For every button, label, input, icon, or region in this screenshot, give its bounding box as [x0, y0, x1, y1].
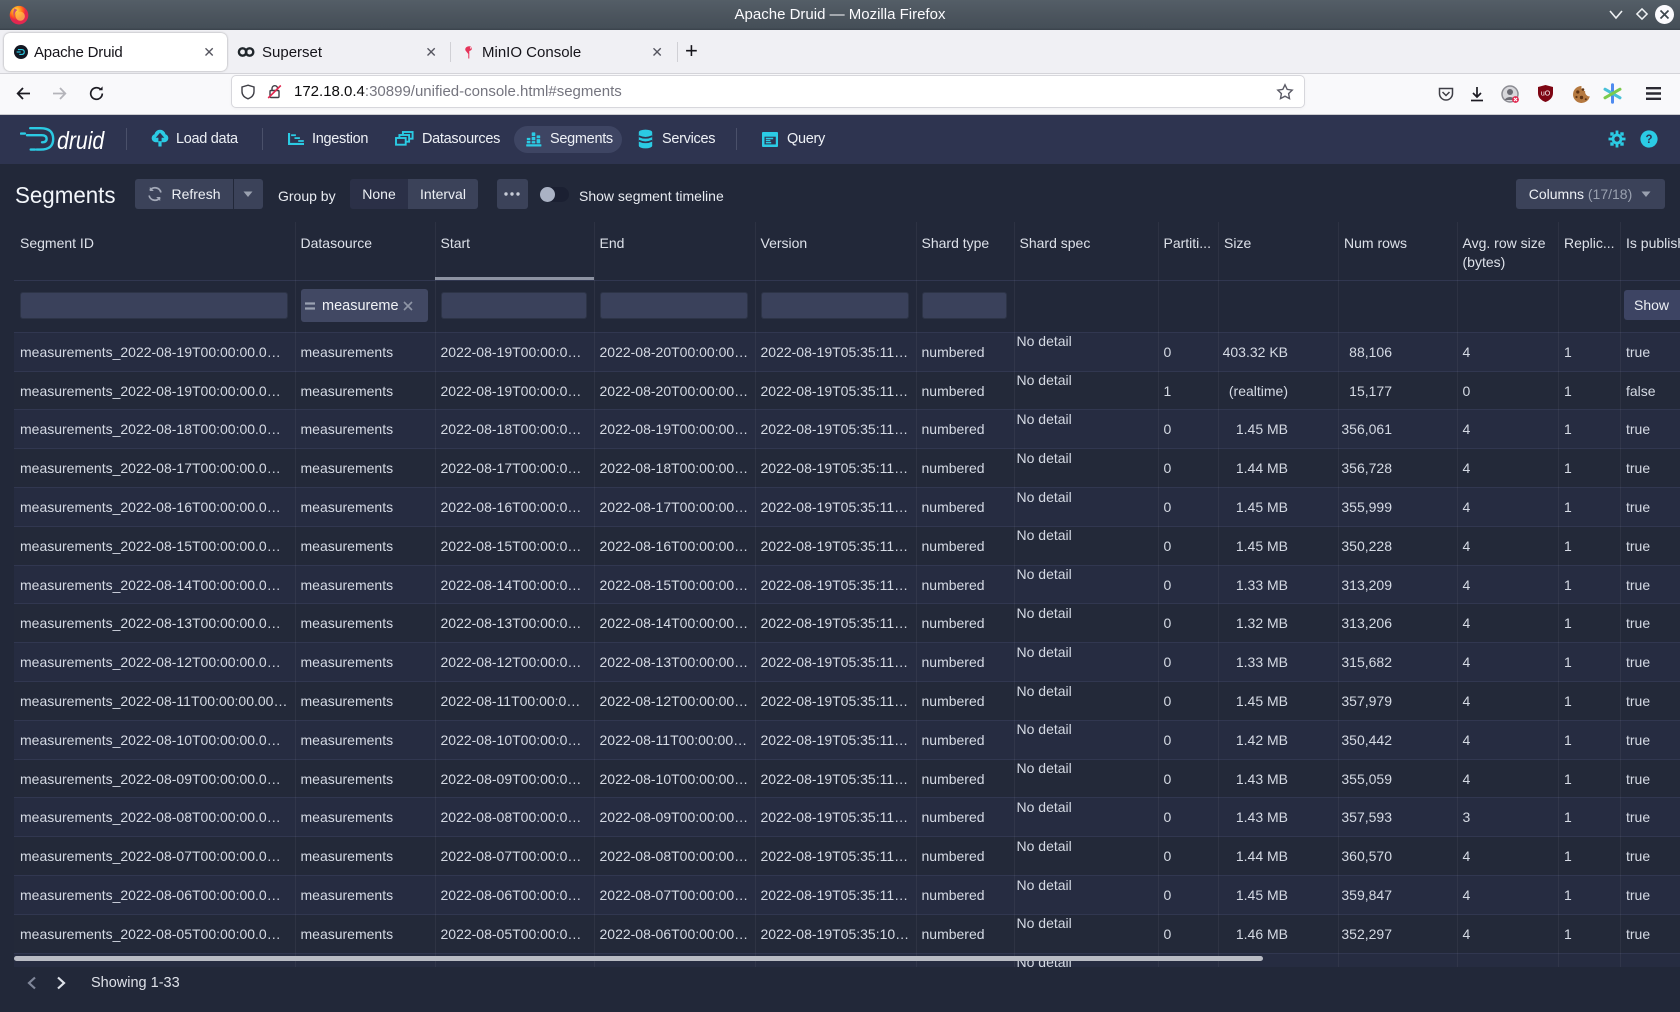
svg-text:?: ?: [1645, 134, 1652, 146]
svg-text:uO: uO: [1541, 91, 1551, 98]
